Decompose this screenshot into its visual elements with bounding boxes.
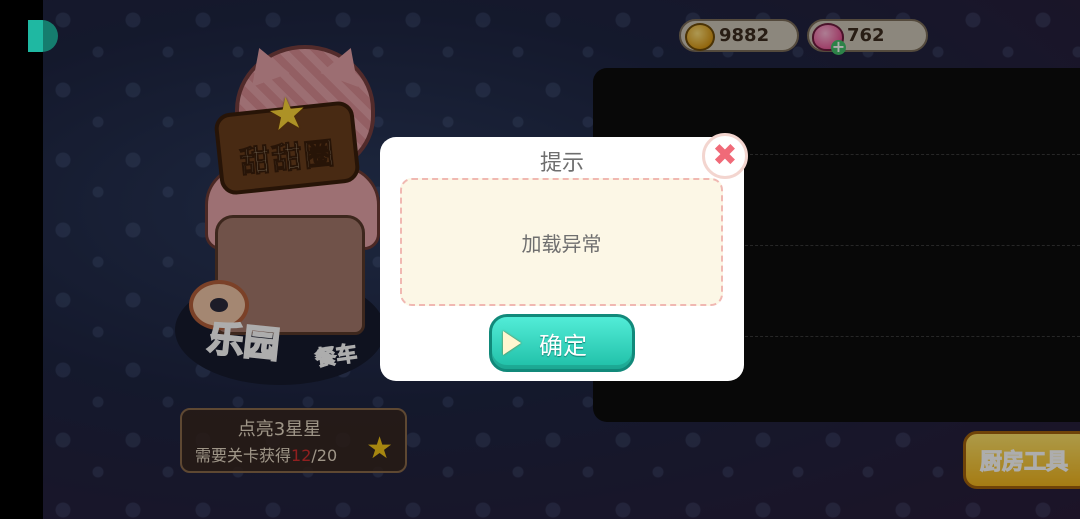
dialog-message: 加载异常 xyxy=(521,231,602,256)
dialog-content-box: 加载异常 xyxy=(400,178,723,306)
close-button[interactable]: ✖ xyxy=(702,133,748,179)
play-icon xyxy=(500,331,524,355)
close-icon: ✖ xyxy=(712,138,738,173)
confirm-button[interactable]: 确定 xyxy=(489,314,635,372)
dialog-title: 提示 xyxy=(539,151,584,176)
confirm-label: 确定 xyxy=(539,331,587,360)
left-edge-bar xyxy=(0,0,43,519)
